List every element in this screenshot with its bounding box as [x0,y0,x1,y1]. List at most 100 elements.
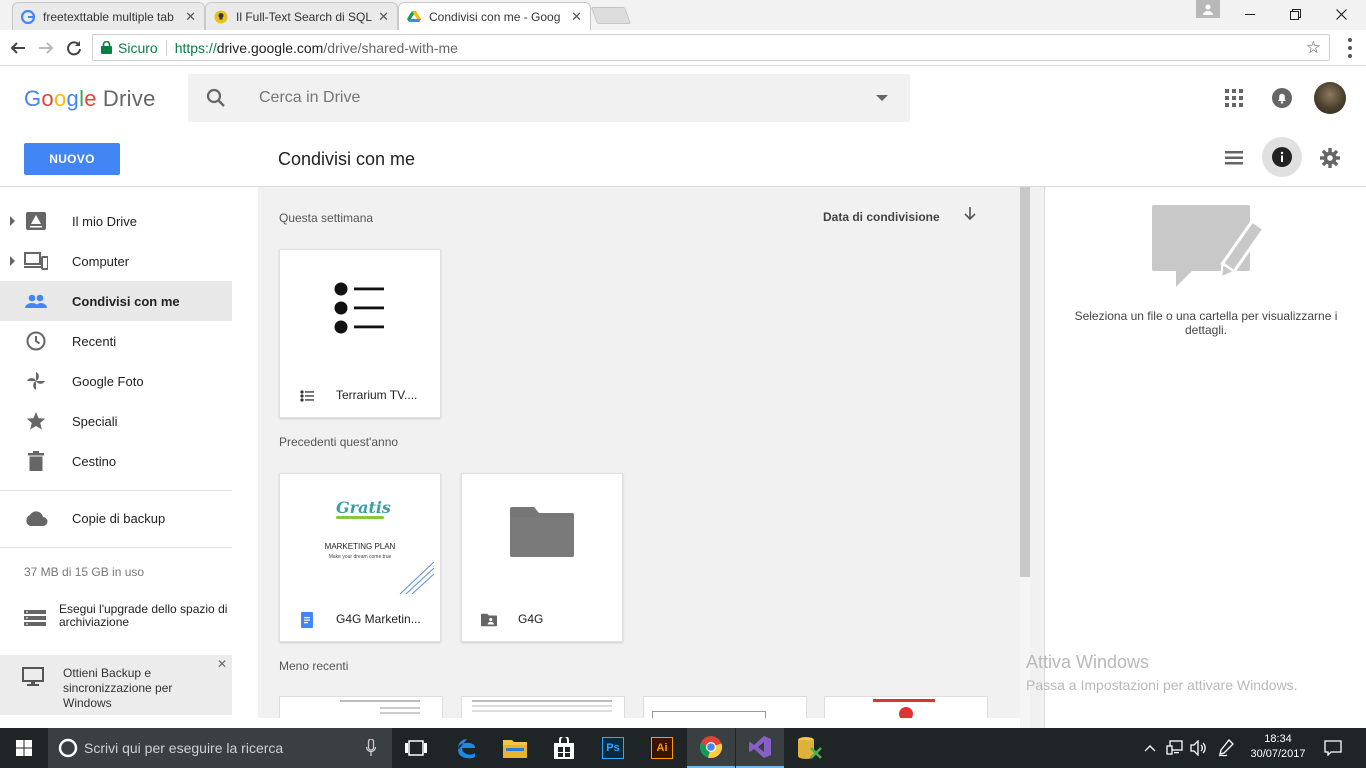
url-host: drive.google.com [216,39,324,56]
sidebar-item-backups[interactable]: Copie di backup [0,498,232,538]
edge-icon[interactable] [443,728,491,768]
visual-studio-icon[interactable] [736,728,784,768]
clock-date: 30/07/2017 [1250,748,1306,760]
user-avatar[interactable] [1314,82,1346,114]
close-tab-icon[interactable]: ✕ [378,9,389,25]
restore-icon[interactable] [1272,0,1318,28]
sidebar-item-google-photos[interactable]: Google Foto [0,361,232,401]
new-tab-button[interactable] [590,7,632,24]
reload-icon[interactable] [62,36,86,60]
tab-condivisi-con-me[interactable]: Condivisi con me - Goog ✕ [398,2,591,30]
minimize-icon[interactable] [1227,0,1273,28]
expand-caret-icon[interactable] [10,256,15,266]
notifications-bell-icon[interactable] [1270,86,1294,110]
sidebar-item-trash[interactable]: Cestino [0,441,232,481]
search-box[interactable]: Cerca in Drive [188,74,910,122]
volume-icon[interactable] [1188,728,1210,768]
file-list-area: Questa settimana Data di condivisione Te… [258,187,1020,718]
sort-by-label[interactable]: Data di condivisione [823,210,940,224]
address-bar[interactable]: Sicuro https://drive.google.com/drive/sh… [92,34,1330,61]
section-heading: Questa settimana [279,211,374,225]
browser-menu-icon[interactable] [1338,38,1362,58]
network-icon[interactable] [1164,728,1186,768]
sidebar-item-computer[interactable]: Computer [0,241,232,281]
illustrator-icon[interactable]: Ai [638,728,686,768]
secure-label: Sicuro [118,39,158,56]
sidebar-item-label: Condivisi con me [72,294,180,309]
page-title[interactable]: Condivisi con me [278,149,415,170]
sidebar-item-starred[interactable]: Speciali [0,401,232,441]
task-view-icon[interactable] [392,728,440,768]
forward-arrow-icon[interactable] [34,36,58,60]
info-icon [1272,147,1292,167]
vertical-scrollbar[interactable] [1020,187,1030,728]
sidebar-item-recent[interactable]: Recenti [0,321,232,361]
photoshop-icon[interactable]: Ps [589,728,637,768]
pen-ink-icon[interactable] [1214,728,1238,768]
settings-gear-icon[interactable] [1318,146,1342,170]
taskbar-search-box[interactable]: Scrivi qui per eseguire la ricerca [48,728,392,768]
taskbar-clock[interactable]: 18:34 30/07/2017 [1240,732,1316,762]
list-view-icon[interactable] [1222,146,1246,170]
backup-sync-promo[interactable]: Ottieni Backup e sincronizzazione per Wi… [0,655,232,715]
search-icon[interactable] [206,88,226,113]
tab-full-text-search[interactable]: Il Full-Text Search di SQL ✕ [205,2,398,30]
sql-server-icon[interactable] [785,728,833,768]
tab-freetexttable[interactable]: freetexttable multiple tab ✕ [12,2,205,30]
cortana-circle-icon [58,738,78,763]
file-card-partial[interactable] [824,696,988,718]
file-explorer-icon[interactable] [491,728,539,768]
taskbar-search-input[interactable]: Scrivi qui per eseguire la ricerca [84,740,283,756]
bullet-list-preview-icon [334,282,386,339]
search-options-icon[interactable] [876,95,888,101]
store-icon[interactable] [540,728,588,768]
sidebar-item-label: Google Foto [72,374,144,389]
close-tab-icon[interactable]: ✕ [571,9,582,25]
details-info-button[interactable] [1262,137,1302,177]
file-card[interactable]: Terrarium TV.... [279,249,441,418]
file-card-partial[interactable] [279,696,443,718]
section-heading: Precedenti quest'anno [279,435,399,449]
back-arrow-icon[interactable] [6,36,30,60]
windows-start-icon[interactable] [0,728,48,768]
file-name: Terrarium TV.... [336,388,418,402]
upgrade-storage-link[interactable]: Esegui l'upgrade dello spazio di archivi… [0,597,258,637]
tray-chevron-up-icon[interactable] [1140,728,1160,768]
monitor-icon [22,667,44,692]
pinwheel-icon [24,369,48,393]
url-scheme: https:// [174,39,217,56]
close-promo-icon[interactable]: ✕ [217,657,227,671]
action-center-icon[interactable] [1320,728,1346,768]
sort-direction-arrow-icon[interactable] [964,207,976,226]
profile-icon[interactable] [1196,0,1220,18]
microphone-icon[interactable] [365,738,377,762]
folder-card[interactable]: G4G [461,473,623,642]
folder-preview [462,474,622,594]
tab-title: Condivisi con me - Goog [429,9,561,24]
expand-caret-icon[interactable] [10,216,15,226]
file-card-partial[interactable] [643,696,807,718]
sidebar-item-label: Cestino [72,454,117,469]
apps-grid-icon[interactable] [1222,86,1246,110]
computer-icon [24,249,48,273]
bookmark-star-icon[interactable]: ☆ [1306,38,1321,58]
screen: freetexttable multiple tab ✕ Il Full-Tex… [0,0,1366,768]
storage-quota: 37 MB di 15 GB in uso [24,565,145,579]
file-card-partial[interactable] [461,696,625,718]
close-window-icon[interactable] [1318,0,1364,28]
doc-preview-subtitle: MARKETING PLAN [324,542,396,551]
close-tab-icon[interactable]: ✕ [185,9,196,25]
doc-preview-brand: Gratis [336,498,391,517]
search-input[interactable]: Cerca in Drive [259,89,360,107]
scrollbar-thumb[interactable] [1020,187,1030,577]
logo-drive: Drive [102,86,156,111]
doc-preview-stripes [399,561,434,594]
new-button[interactable]: NUOVO [24,143,120,175]
chrome-icon[interactable] [687,728,735,768]
sidebar-item-my-drive[interactable]: Il mio Drive [0,201,232,241]
file-footer: Terrarium TV.... [280,371,440,417]
sidebar-item-shared-with-me[interactable]: Condivisi con me [0,281,232,321]
promo-label: Ottieni Backup e sincronizzazione per Wi… [63,666,173,710]
file-card[interactable]: Gratis MARKETING PLAN Make your dream co… [279,473,441,642]
google-drive-logo[interactable]: Google Drive [24,86,156,112]
